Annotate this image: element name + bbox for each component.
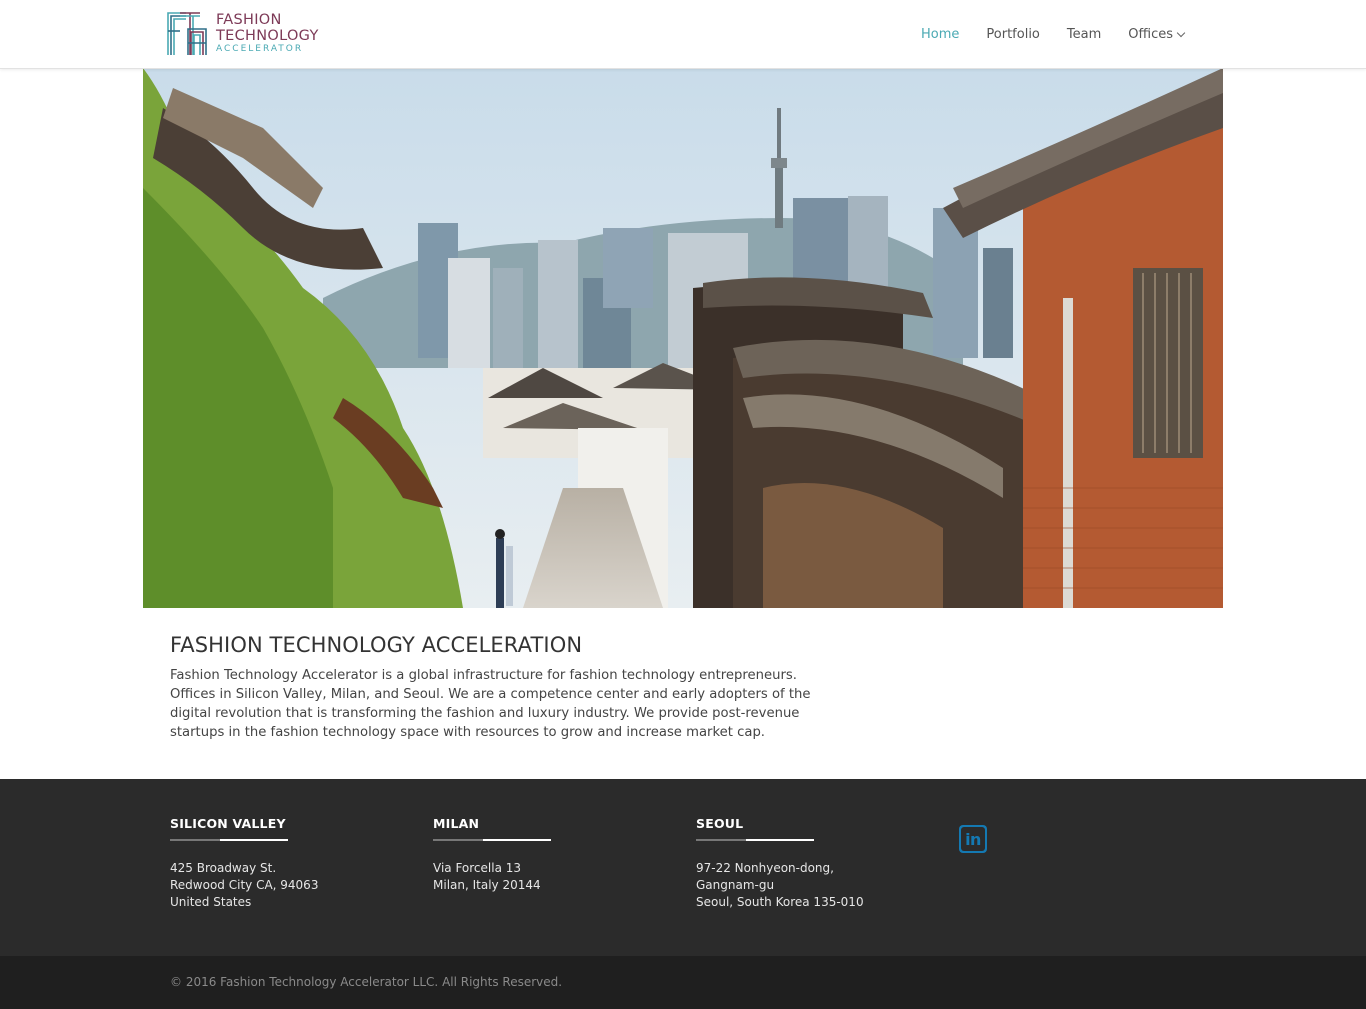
office-address: 97-22 Nonhyeon-dong, Gangnam-gu Seoul, S… — [696, 860, 926, 911]
address-line: Milan, Italy 20144 — [433, 878, 541, 892]
logo-wordmark: FASHION TECHNOLOGY ACCELERATOR — [216, 13, 319, 54]
nav-offices[interactable]: Offices — [1128, 27, 1186, 42]
linkedin-glyph: in — [965, 829, 981, 849]
address-line: Seoul, South Korea 135-010 — [696, 895, 864, 909]
office-milan: MILAN Via Forcella 13 Milan, Italy 20144 — [433, 816, 663, 894]
logo-mark-icon — [167, 12, 207, 55]
office-seoul: SEOUL 97-22 Nonhyeon-dong, Gangnam-gu Se… — [696, 816, 926, 911]
address-line: Via Forcella 13 — [433, 861, 522, 875]
main-nav: Home Portfolio Team Offices — [894, 27, 1186, 42]
copyright-bar: © 2016 Fashion Technology Accelerator LL… — [0, 956, 1366, 1009]
logo-line-technology: TECHNOLOGY — [216, 27, 319, 44]
intro-body: Fashion Technology Accelerator is a glob… — [170, 668, 811, 740]
office-divider — [433, 839, 551, 841]
hero-scene — [143, 68, 1223, 608]
office-title: SILICON VALLEY — [170, 816, 286, 831]
hero-image — [143, 68, 1223, 608]
nav-portfolio[interactable]: Portfolio — [986, 27, 1039, 42]
office-title: SEOUL — [696, 816, 744, 831]
site-footer: SILICON VALLEY 425 Broadway St. Redwood … — [0, 779, 1366, 956]
logo-line-accelerator: ACCELERATOR — [216, 44, 304, 54]
site-header: FASHION TECHNOLOGY ACCELERATOR Home Port… — [0, 0, 1366, 69]
address-line: Gangnam-gu — [696, 878, 775, 892]
nav-team[interactable]: Team — [1067, 27, 1101, 42]
linkedin-icon[interactable]: in — [959, 825, 987, 853]
office-title: MILAN — [433, 816, 480, 831]
office-address: Via Forcella 13 Milan, Italy 20144 — [433, 860, 663, 894]
address-line: United States — [170, 895, 252, 909]
intro-title: FASHION TECHNOLOGY ACCELERATION — [170, 633, 583, 657]
office-address: 425 Broadway St. Redwood City CA, 94063 … — [170, 860, 400, 911]
address-line: 425 Broadway St. — [170, 861, 277, 875]
office-divider — [696, 839, 814, 841]
office-silicon-valley: SILICON VALLEY 425 Broadway St. Redwood … — [170, 816, 400, 911]
copyright-text: © 2016 Fashion Technology Accelerator LL… — [170, 975, 563, 989]
nav-offices-label: Offices — [1128, 27, 1173, 42]
nav-home[interactable]: Home — [921, 27, 959, 42]
intro-section: FASHION TECHNOLOGY ACCELERATION Fashion … — [170, 633, 830, 742]
address-line: Redwood City CA, 94063 — [170, 878, 319, 892]
site-logo[interactable]: FASHION TECHNOLOGY ACCELERATOR — [166, 9, 326, 59]
office-divider — [170, 839, 288, 841]
chevron-down-icon — [1176, 28, 1186, 37]
logo-line-fashion: FASHION — [216, 12, 282, 28]
address-line: 97-22 Nonhyeon-dong, — [696, 861, 834, 875]
